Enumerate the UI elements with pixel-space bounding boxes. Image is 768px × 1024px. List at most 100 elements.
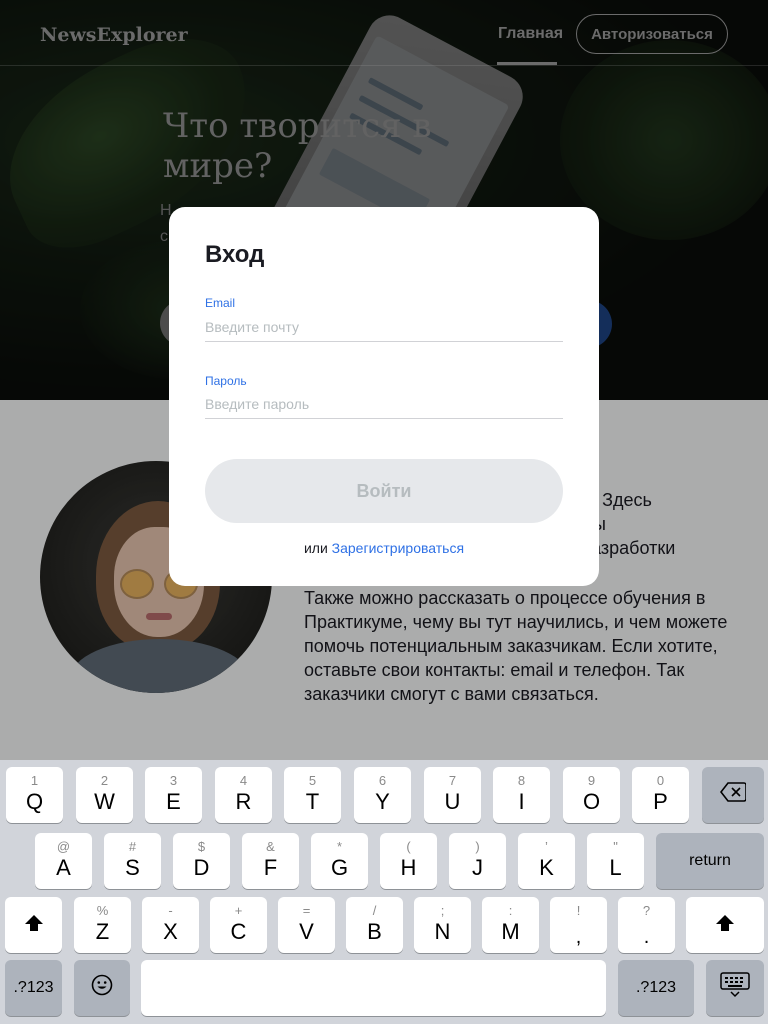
key-g[interactable]: * G bbox=[311, 833, 368, 889]
key-primary-label: M bbox=[501, 919, 520, 944]
key-l[interactable]: " L bbox=[587, 833, 644, 889]
shift-key-right[interactable] bbox=[686, 897, 764, 953]
shift-icon bbox=[24, 912, 44, 938]
key-c[interactable]: + C bbox=[210, 897, 267, 953]
key-x[interactable]: -X bbox=[142, 897, 199, 953]
key-secondary-label: ? bbox=[642, 903, 651, 918]
key-w[interactable]: 2W bbox=[76, 767, 133, 823]
return-key-label: return bbox=[689, 852, 731, 869]
key-q[interactable]: 1Q bbox=[6, 767, 63, 823]
key-secondary-label: ( bbox=[406, 839, 411, 854]
key-n[interactable]: ; N bbox=[414, 897, 471, 953]
hide-keyboard-key[interactable] bbox=[706, 960, 764, 1016]
key-primary-label: , bbox=[575, 926, 582, 948]
key-d[interactable]: $ D bbox=[173, 833, 230, 889]
key-secondary-label: $ bbox=[197, 839, 206, 854]
key-v[interactable]: = V bbox=[278, 897, 335, 953]
onscreen-keyboard: 1Q2W3E4R5T6Y7U8I9O0P @ A # S $ D & F * G(H) J’ K " L … bbox=[0, 760, 768, 1024]
key-i[interactable]: 8I bbox=[493, 767, 550, 823]
numbers-key-left[interactable]: .?123 bbox=[5, 960, 62, 1016]
key-f[interactable]: & F bbox=[242, 833, 299, 889]
key-secondary-label: = bbox=[302, 903, 311, 918]
emoji-icon bbox=[91, 974, 113, 1002]
key-primary-label: U bbox=[444, 789, 461, 814]
key-primary-label: T bbox=[305, 789, 320, 814]
key-secondary-label: 9 bbox=[587, 773, 596, 788]
password-field[interactable] bbox=[205, 389, 563, 419]
shift-key-left[interactable] bbox=[5, 897, 62, 953]
numbers-key-label: .?123 bbox=[635, 979, 677, 996]
key-primary-label: X bbox=[163, 919, 178, 944]
key-h[interactable]: (H bbox=[380, 833, 437, 889]
key-primary-label: I bbox=[518, 789, 525, 814]
key-secondary-label: - bbox=[168, 903, 173, 918]
key-secondary-label: ! bbox=[576, 903, 581, 918]
key-secondary-label: 5 bbox=[308, 773, 317, 788]
key-secondary-label: / bbox=[372, 903, 377, 918]
login-button[interactable]: Войти bbox=[205, 459, 563, 523]
keyboard-hide-icon bbox=[720, 972, 750, 1004]
key-y[interactable]: 6Y bbox=[354, 767, 411, 823]
key-comma[interactable]: !, bbox=[550, 897, 607, 953]
key-secondary-label: ; bbox=[440, 903, 445, 918]
space-key[interactable] bbox=[141, 960, 606, 1016]
emoji-key[interactable] bbox=[74, 960, 130, 1016]
key-primary-label: J bbox=[472, 855, 483, 880]
login-modal: Вход Email Пароль Войти или Зарегистриро… bbox=[169, 207, 599, 586]
key-p[interactable]: 0P bbox=[632, 767, 689, 823]
key-primary-label: O bbox=[582, 789, 601, 814]
key-primary-label: Y bbox=[375, 789, 390, 814]
numbers-key-label: .?123 bbox=[13, 979, 54, 996]
key-secondary-label: 4 bbox=[239, 773, 248, 788]
key-b[interactable]: / B bbox=[346, 897, 403, 953]
numbers-key-right[interactable]: .?123 bbox=[618, 960, 694, 1016]
register-prefix: или bbox=[303, 540, 328, 556]
key-primary-label: G bbox=[330, 855, 349, 880]
key-r[interactable]: 4R bbox=[215, 767, 272, 823]
key-k[interactable]: ’ K bbox=[518, 833, 575, 889]
key-a[interactable]: @ A bbox=[35, 833, 92, 889]
modal-title: Вход bbox=[205, 241, 265, 268]
key-j[interactable]: ) J bbox=[449, 833, 506, 889]
key-primary-label: P bbox=[653, 789, 668, 814]
register-link[interactable]: Зарегистрироваться bbox=[332, 540, 464, 556]
key-u[interactable]: 7U bbox=[424, 767, 481, 823]
key-primary-label: S bbox=[125, 855, 140, 880]
key-secondary-label: + bbox=[234, 903, 243, 918]
key-secondary-label: @ bbox=[56, 839, 71, 854]
key-secondary-label: # bbox=[128, 839, 137, 854]
key-m[interactable]: :M bbox=[482, 897, 539, 953]
key-primary-label: C bbox=[230, 919, 247, 944]
backspace-key[interactable] bbox=[702, 767, 764, 823]
register-row: или Зарегистрироваться bbox=[169, 540, 599, 556]
key-s[interactable]: # S bbox=[104, 833, 161, 889]
key-e[interactable]: 3E bbox=[145, 767, 202, 823]
key-secondary-label: ) bbox=[475, 839, 480, 854]
key-primary-label: Q bbox=[25, 789, 44, 814]
key-o[interactable]: 9O bbox=[563, 767, 620, 823]
key-primary-label: F bbox=[263, 855, 278, 880]
return-key[interactable]: return bbox=[656, 833, 764, 889]
key-primary-label: N bbox=[434, 919, 451, 944]
key-secondary-label: 6 bbox=[378, 773, 387, 788]
key-period[interactable]: ?. bbox=[618, 897, 675, 953]
key-secondary-label: 0 bbox=[656, 773, 665, 788]
key-primary-label: A bbox=[56, 855, 71, 880]
key-primary-label: V bbox=[299, 919, 314, 944]
key-secondary-label: 7 bbox=[448, 773, 457, 788]
key-primary-label: H bbox=[400, 855, 417, 880]
key-secondary-label: " bbox=[613, 839, 618, 854]
key-primary-label: Z bbox=[95, 919, 110, 944]
key-primary-label: B bbox=[367, 919, 382, 944]
key-secondary-label: 3 bbox=[169, 773, 178, 788]
key-primary-label: W bbox=[94, 789, 115, 814]
email-field[interactable] bbox=[205, 312, 563, 342]
key-secondary-label: * bbox=[336, 839, 343, 854]
key-primary-label: D bbox=[193, 855, 210, 880]
key-primary-label: K bbox=[539, 855, 554, 880]
key-z[interactable]: % Z bbox=[74, 897, 131, 953]
key-secondary-label: 1 bbox=[30, 773, 39, 788]
key-secondary-label: & bbox=[266, 839, 275, 854]
backspace-icon bbox=[719, 782, 747, 808]
key-t[interactable]: 5T bbox=[284, 767, 341, 823]
